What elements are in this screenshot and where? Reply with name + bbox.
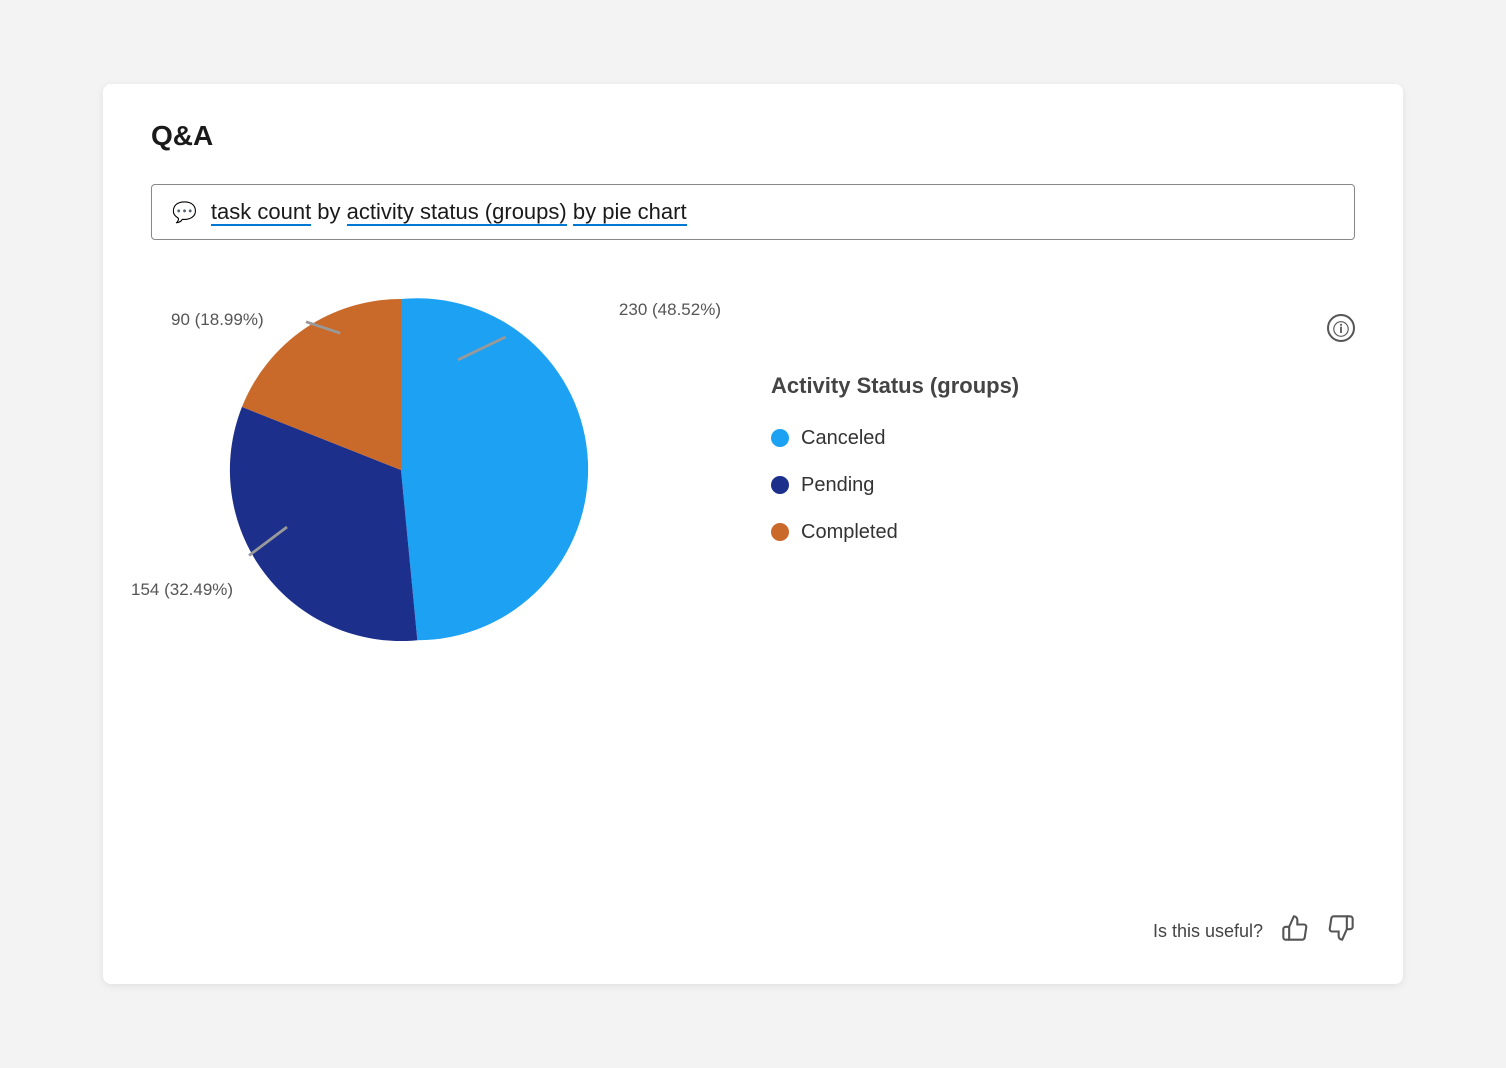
chart-area: 90 (18.99%) 230 (48.52%) 154 (32.49%): [151, 280, 1355, 660]
query-word-task: task count: [211, 199, 311, 226]
legend-label-canceled: Canceled: [801, 427, 886, 450]
thumbs-up-button[interactable]: [1281, 914, 1309, 948]
legend-label-pending: Pending: [801, 474, 874, 497]
footer: Is this useful?: [1153, 914, 1355, 948]
legend-dot-completed: [771, 523, 789, 541]
legend-title: Activity Status (groups): [771, 373, 1019, 399]
chat-icon: 💬: [172, 200, 197, 225]
page-title: Q&A: [151, 120, 1355, 152]
canceled-label: 230 (48.52%): [619, 300, 721, 320]
legend-dot-canceled: [771, 429, 789, 447]
query-word-status: activity status (groups): [347, 199, 567, 226]
info-icon[interactable]: ⓘ: [1327, 314, 1355, 342]
qa-card: Q&A 💬 task count by activity status (gro…: [103, 84, 1403, 984]
legend-dot-pending: [771, 476, 789, 494]
useful-question: Is this useful?: [1153, 921, 1263, 942]
legend-label-completed: Completed: [801, 521, 898, 544]
search-query: task count by activity status (groups) b…: [211, 199, 687, 225]
slice-canceled-real[interactable]: [401, 298, 588, 640]
legend-item-pending: Pending: [771, 474, 1019, 497]
thumbs-down-button[interactable]: [1327, 914, 1355, 948]
legend-item-canceled: Canceled: [771, 427, 1019, 450]
completed-label: 90 (18.99%): [171, 310, 264, 330]
legend-item-completed: Completed: [771, 521, 1019, 544]
search-box[interactable]: 💬 task count by activity status (groups)…: [151, 184, 1355, 240]
pie-chart-container: 90 (18.99%) 230 (48.52%) 154 (32.49%): [211, 280, 591, 660]
query-word-piechart: by pie chart: [573, 199, 687, 226]
pie-svg: [211, 280, 591, 660]
info-icon-area[interactable]: ⓘ: [1327, 314, 1355, 342]
chart-legend: Activity Status (groups) Canceled Pendin…: [771, 373, 1019, 568]
pending-label: 154 (32.49%): [131, 580, 233, 600]
